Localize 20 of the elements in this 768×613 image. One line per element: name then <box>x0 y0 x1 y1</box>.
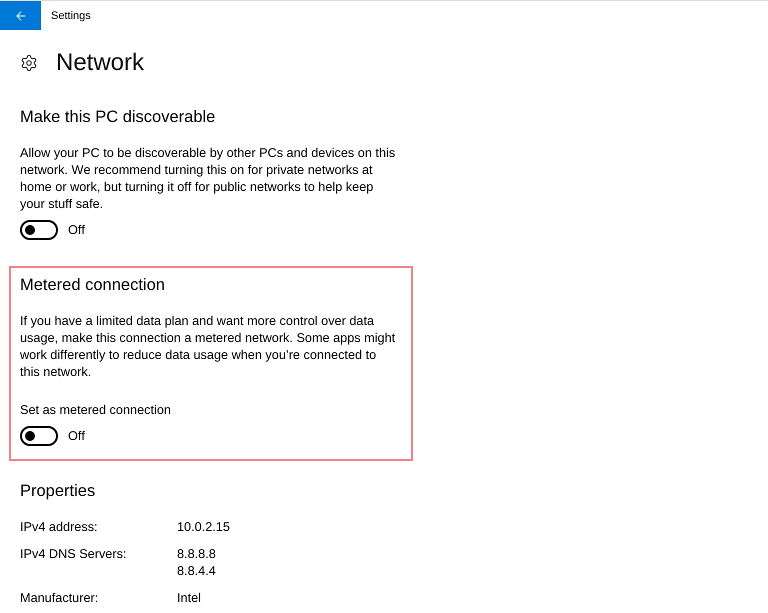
toggle-state-label: Off <box>68 222 85 238</box>
page-title: Network <box>56 48 144 78</box>
settings-icon <box>20 54 38 72</box>
property-label: IPv4 DNS Servers: <box>20 546 128 562</box>
toggle-switch[interactable] <box>20 426 58 446</box>
property-value: 8.8.4.4 <box>177 562 216 580</box>
property-label: Manufacturer: <box>20 590 100 606</box>
property-value: 10.0.2.15 <box>177 518 230 536</box>
section-heading: Properties <box>20 481 96 502</box>
section-heading: Metered connection <box>20 275 166 296</box>
property-value: 8.8.8.8 <box>177 546 216 562</box>
property-value: Intel <box>177 590 201 606</box>
window-title: Settings <box>51 8 91 22</box>
property-label: IPv4 address: <box>20 518 99 536</box>
setting-label: Set as metered connection <box>20 402 172 419</box>
toggle-state-label: Off <box>68 428 85 444</box>
section-heading: Make this PC discoverable <box>20 107 216 128</box>
section-description: If you have a limited data plan and want more control over data usage, make this connection a metered network. Some apps might work differently to reduce data usage when you’re connected to this network. <box>20 313 396 381</box>
toggle-switch[interactable] <box>20 220 58 240</box>
section-description: Allow your PC to be discoverable by other PCs and devices on this network. We recommend turning this on for private networks at home or work, but turning it off for public networks to help keep your stuff safe. <box>20 145 396 213</box>
